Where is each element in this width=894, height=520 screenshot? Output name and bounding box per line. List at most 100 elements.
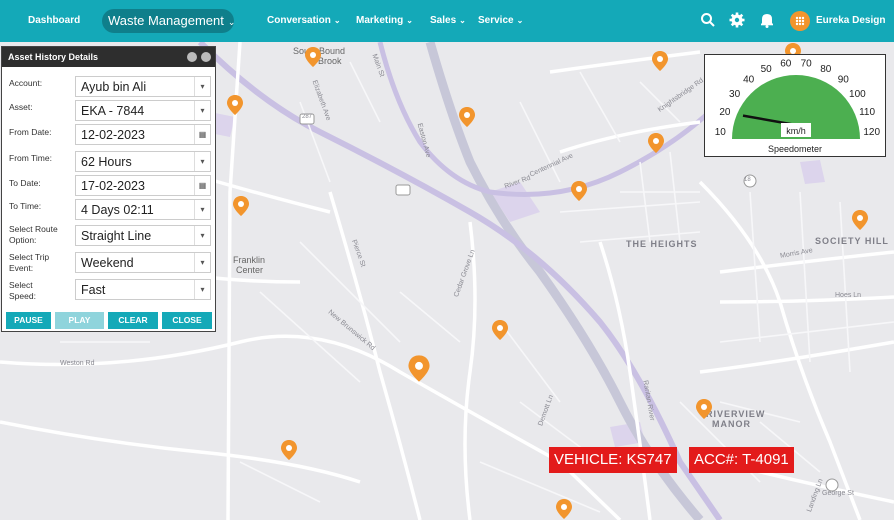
chevron-down-icon[interactable]: ▾ [194,200,210,219]
speedometer-tick-label: 120 [863,127,880,138]
trip-event-label: Select Trip Event: [9,252,50,273]
map-pin-icon[interactable] [458,106,476,128]
speedometer-tick-label: 20 [719,107,731,118]
clear-button[interactable]: CLEAR [108,312,158,329]
from-time-select[interactable]: 62 Hours ▾ [75,151,211,172]
account-select[interactable]: Ayub bin Ali ▾ [75,76,211,97]
map-label-the-heights: THE HEIGHTS [626,239,698,249]
nav-conversation-label: Conversation [267,15,331,26]
play-button[interactable]: PLAY [55,312,104,329]
speedometer-tick-label: 110 [859,107,875,118]
nav-marketing-label: Marketing [356,15,404,26]
to-time-select[interactable]: 4 Days 02:11 ▾ [75,199,211,220]
speedometer-tick-label: 70 [801,59,813,70]
gear-icon[interactable] [728,11,746,29]
nav-service[interactable]: Service ⌄ [478,0,523,42]
from-date-value: 12-02-2023 [81,128,145,142]
to-date-label: To Date: [9,178,41,188]
chevron-down-icon[interactable]: ▾ [194,280,210,299]
speedometer-widget: 0102030405060708090100110120130 km/h Spe… [704,54,886,157]
asset-label: Asset: [9,102,33,112]
chevron-down-icon[interactable]: ▾ [194,152,210,171]
map-label-manor: MANOR [712,419,751,429]
vehicle-tag[interactable]: VEHICLE: KS747 [549,447,677,473]
map-pin-selected-icon[interactable] [407,354,431,383]
speedometer-gauge: 0102030405060708090100110120130 km/h [715,59,880,139]
avatar[interactable] [790,11,810,31]
speed-select[interactable]: Fast ▾ [75,279,211,300]
route-287-shield-label: 287 [302,114,313,120]
asset-history-panel: Asset History Details Account: Ayub bin … [1,46,216,332]
search-icon[interactable] [699,11,717,29]
speedometer-tick-label: 50 [761,64,773,75]
calendar-icon[interactable]: ▦ [194,125,210,144]
map-label-riverview: RIVERVIEW [706,409,766,419]
map-pin-icon[interactable] [226,94,244,116]
map-label-society-hill: SOCIETY HILL [815,236,889,246]
map-label-franklin: Franklin [233,255,266,265]
street-hoes-ln: Hoes Ln [835,292,862,299]
route-option-value: Straight Line [81,229,152,243]
pause-button[interactable]: PAUSE [6,312,51,329]
speedometer-tick-label: 30 [729,89,741,100]
account-label: Account: [9,78,43,88]
nav-sales[interactable]: Sales ⌄ [430,0,466,42]
chevron-down-icon[interactable]: ▾ [194,101,210,120]
map-pin-icon[interactable] [570,180,588,202]
nav-dashboard[interactable]: Dashboard [28,0,80,42]
speedometer-tick-label: 100 [849,89,866,100]
minimize-icon[interactable] [201,52,211,62]
to-time-label: To Time: [9,201,42,211]
speedometer-tick-label: 10 [715,127,727,138]
map-pin-icon[interactable] [232,195,250,217]
close-button[interactable]: CLOSE [162,312,212,329]
map-pin-icon[interactable] [304,46,322,68]
nav-conversation[interactable]: Conversation ⌄ [267,0,341,42]
map-pin-icon[interactable] [651,50,669,72]
speed-value: Fast [81,283,106,297]
asset-select[interactable]: EKA - 7844 ▾ [75,100,211,121]
speedometer-tick-label: 40 [743,75,755,86]
speedometer-tick-label: 90 [838,75,850,86]
map-pin-icon[interactable] [555,498,573,520]
user-name[interactable]: Eureka Design [816,0,885,42]
speedometer-tick-label: 80 [820,64,832,75]
chevron-down-icon: ⌄ [516,16,524,25]
nav-dashboard-label: Dashboard [28,15,81,26]
bell-icon[interactable] [758,11,776,29]
chevron-down-icon[interactable]: ▾ [194,77,210,96]
from-date-input[interactable]: 12-02-2023 ▦ [75,124,211,145]
top-nav-bar: Dashboard Waste Management ⌄ Conversation… [0,0,894,42]
speed-label: Select Speed: [9,280,36,301]
grid-dots-icon [795,16,805,26]
chevron-down-icon: ⌄ [406,16,413,25]
chevron-down-icon: ⌄ [227,17,236,27]
nav-marketing[interactable]: Marketing ⌄ [356,0,413,42]
from-time-label: From Time: [9,153,52,163]
map-pin-icon[interactable] [647,132,665,154]
settings-icon[interactable] [187,52,197,62]
map-pin-icon[interactable] [280,439,298,461]
chevron-down-icon: ⌄ [333,16,341,25]
route-option-label: Select Route Option: [9,224,58,245]
trip-event-select[interactable]: Weekend ▾ [75,252,211,273]
to-date-value: 17-02-2023 [81,179,145,193]
from-date-label: From Date: [9,127,52,137]
nav-module-label: Waste Management [108,13,224,28]
trip-event-value: Weekend [81,256,134,270]
panel-header[interactable]: Asset History Details [2,47,215,67]
map-pin-icon[interactable] [491,319,509,341]
to-date-input[interactable]: 17-02-2023 ▦ [75,175,211,196]
map-label-center: Center [236,265,264,275]
map-pin-icon[interactable] [695,398,713,420]
route-option-select[interactable]: Straight Line ▾ [75,225,211,246]
chevron-down-icon[interactable]: ▾ [194,226,210,245]
street-george-st: George St [822,490,854,497]
chevron-down-icon[interactable]: ▾ [194,253,210,272]
chevron-down-icon: ⌄ [459,16,466,25]
speedometer-title: Speedometer [767,144,823,154]
map-pin-icon[interactable] [851,209,869,231]
account-tag[interactable]: ACC#: T-4091 [689,447,794,473]
nav-module-selector[interactable]: Waste Management ⌄ [102,9,236,33]
calendar-icon[interactable]: ▦ [194,176,210,195]
